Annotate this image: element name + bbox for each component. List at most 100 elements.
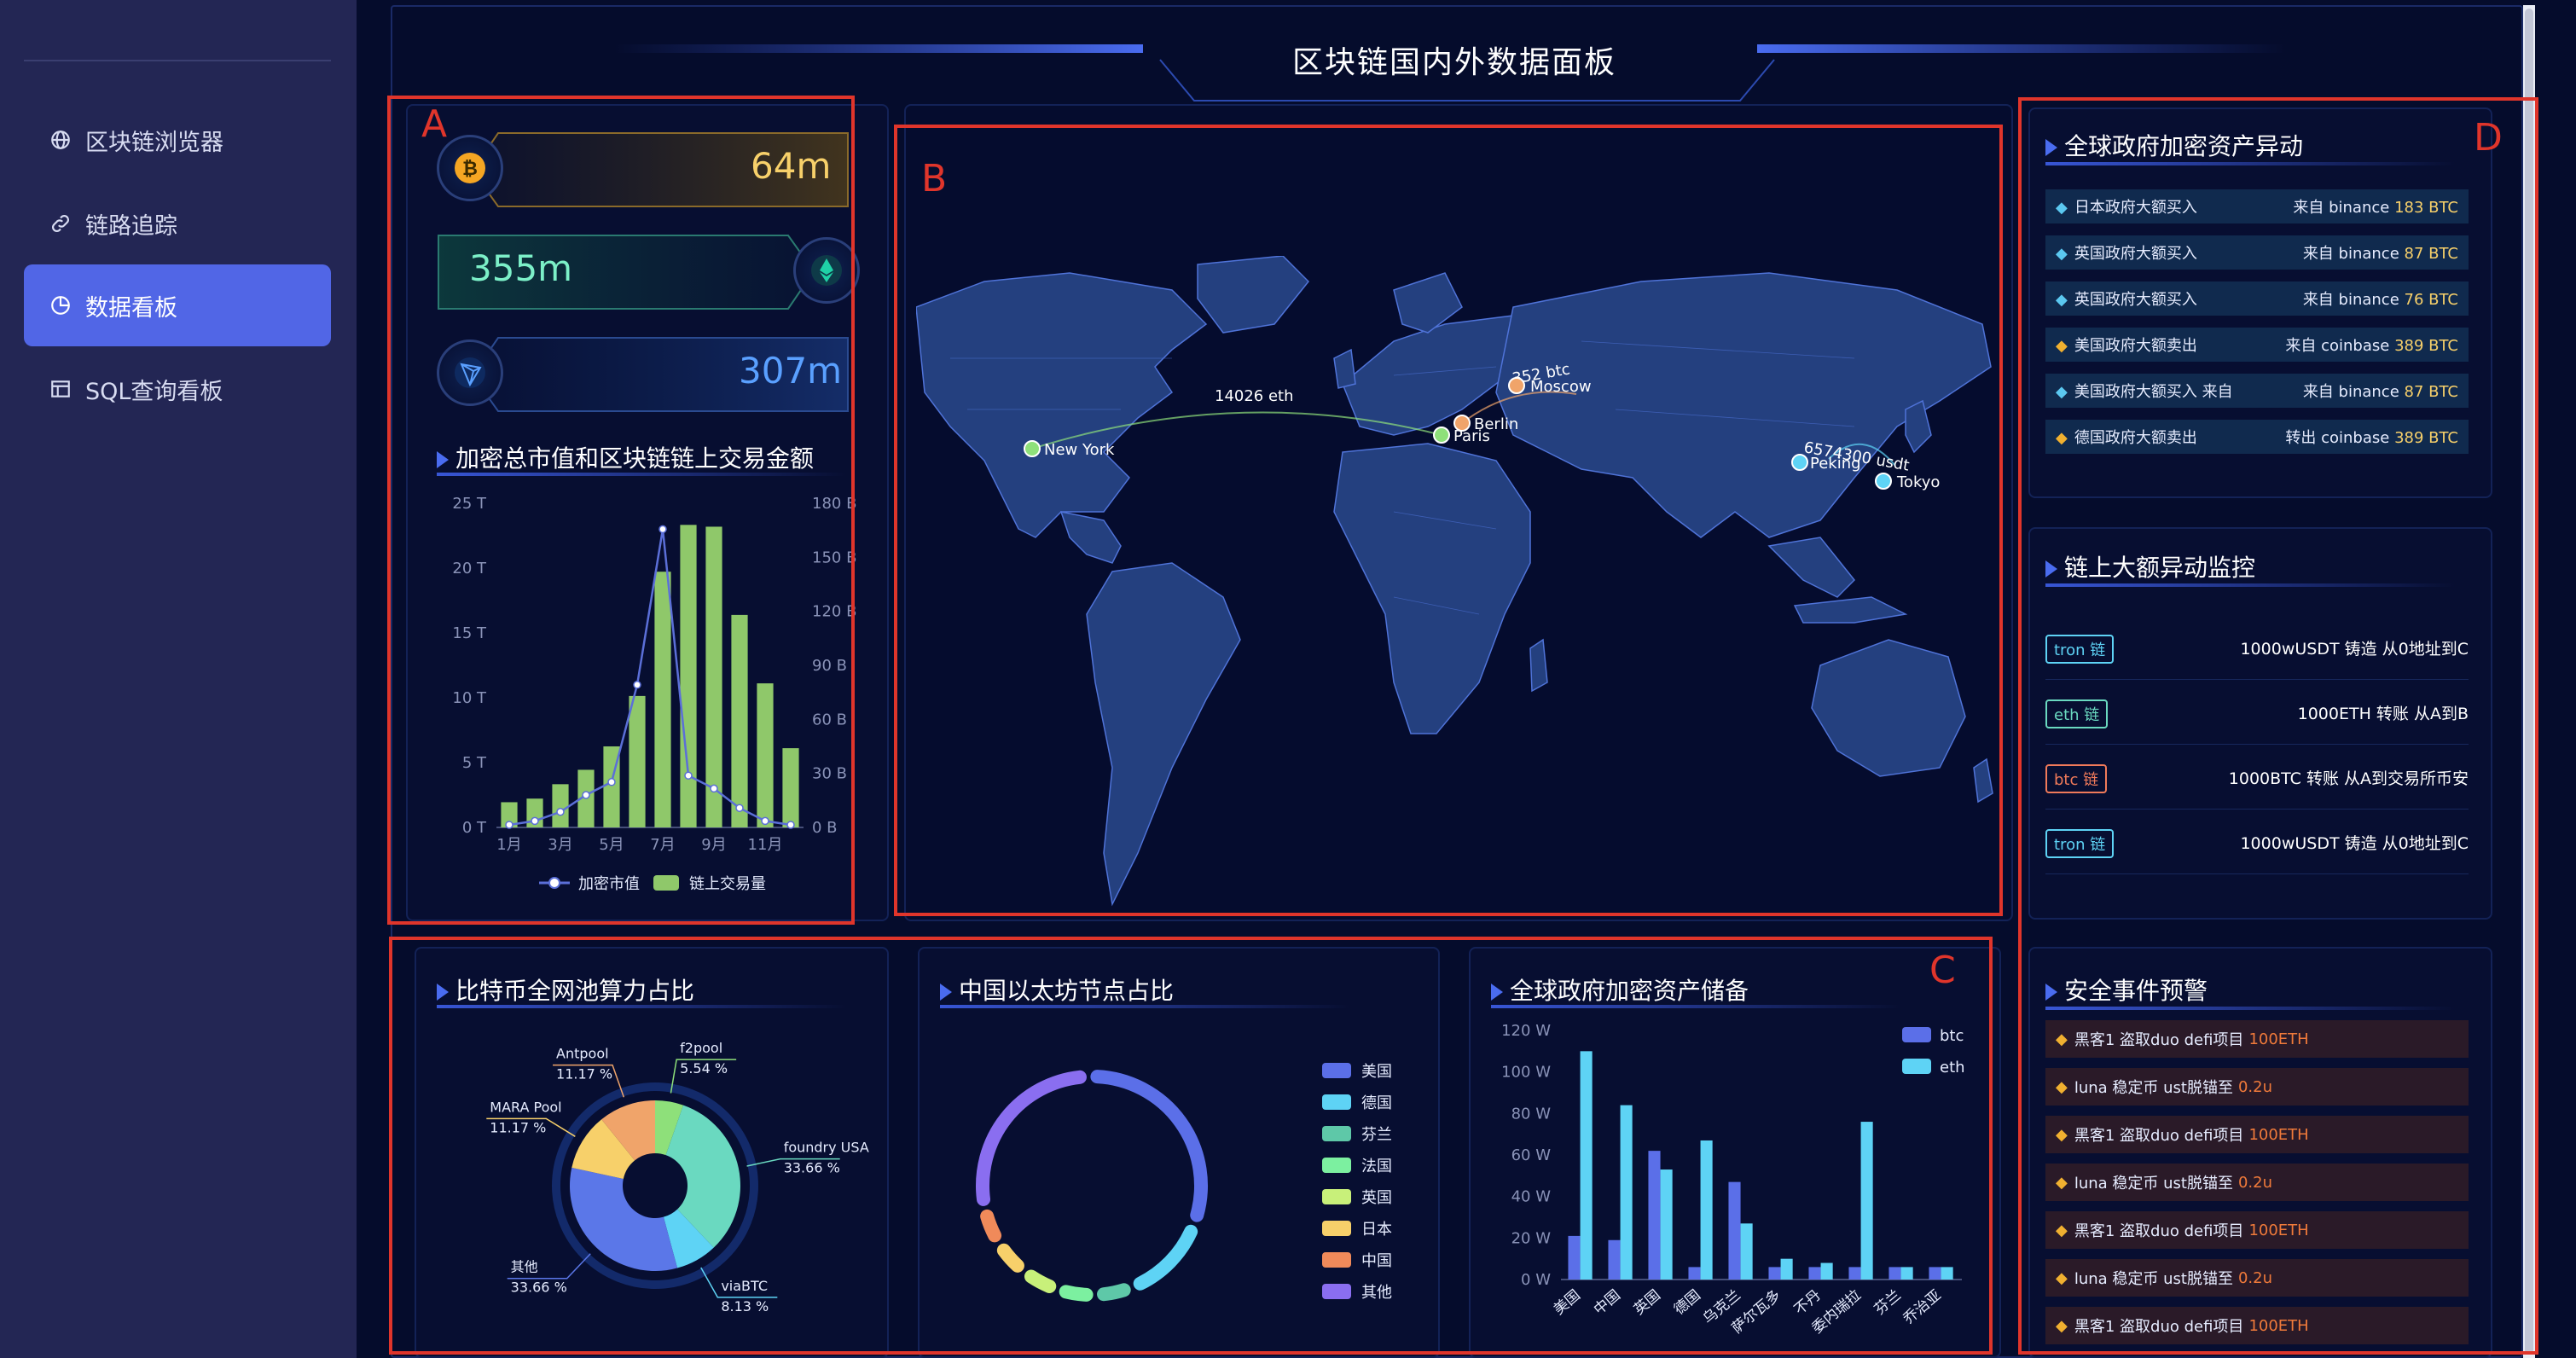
highlight-label-d: D bbox=[2474, 116, 2503, 160]
security-alert-row[interactable]: ◆ 黑客1 盗取duo defi项目 100ETH bbox=[2045, 1020, 2469, 1058]
row-divider bbox=[2045, 809, 2469, 810]
security-alert-row[interactable]: ◆ 黑客1 盗取duo defi项目 100ETH bbox=[2045, 1116, 2469, 1153]
gov-asset-right: 来自 coinbase 389 BTC bbox=[2285, 334, 2458, 356]
security-alert-row[interactable]: ◆ luna 稳定币 ust脱锚至 0.2u bbox=[2045, 1164, 2469, 1201]
security-alert-text: luna 稳定币 ust脱锚至 bbox=[2074, 1079, 2233, 1097]
security-alert-text: luna 稳定币 ust脱锚至 bbox=[2074, 1175, 2233, 1193]
gov-asset-action: 日本政府大额买入 bbox=[2074, 199, 2197, 217]
chain-event-text[interactable]: 1000wUSDT 铸造 从0地址到C bbox=[2167, 831, 2469, 854]
chain-event-text[interactable]: 1000BTC 转账 从A到交易所币安 bbox=[2167, 766, 2469, 789]
gov-asset-source: 转出 coinbase bbox=[2285, 429, 2390, 447]
globe-icon bbox=[51, 131, 70, 149]
diamond-icon: ◆ bbox=[2056, 245, 2068, 263]
chain-tag: tron 链 bbox=[2045, 635, 2115, 664]
security-alert-text: luna 稳定币 ust脱锚至 bbox=[2074, 1270, 2233, 1288]
highlight-box-b bbox=[894, 125, 2003, 916]
sidebar-item-dashboard[interactable]: 数据看板 bbox=[24, 264, 331, 346]
diamond-icon: ◆ bbox=[2056, 1268, 2068, 1287]
link-icon bbox=[52, 215, 69, 232]
security-alert-text: 黑客1 盗取duo defi项目 bbox=[2074, 1318, 2244, 1336]
gov-asset-left: ◆ 美国政府大额卖出 bbox=[2056, 334, 2197, 356]
gov-asset-row[interactable]: ◆ 英国政府大额买入 来自 binance 76 BTC bbox=[2045, 281, 2469, 316]
gov-asset-amount: 183 BTC bbox=[2394, 199, 2458, 217]
gov-asset-left: ◆ 日本政府大额买入 bbox=[2056, 195, 2197, 218]
security-alert-row[interactable]: ◆ luna 稳定币 ust脱锚至 0.2u bbox=[2045, 1068, 2469, 1106]
sidebar-item-sql-board[interactable]: SQL查询看板 bbox=[24, 348, 331, 430]
gov-asset-amount: 76 BTC bbox=[2404, 291, 2458, 309]
gov-asset-left: ◆ 德国政府大额卖出 bbox=[2056, 426, 2197, 448]
sidebar-item-label: 区块链浏览器 bbox=[85, 129, 223, 156]
diamond-icon: ◆ bbox=[2056, 1221, 2068, 1239]
gov-asset-action: 英国政府大额买入 bbox=[2074, 245, 2197, 263]
gov-asset-right: 来自 binance 87 BTC bbox=[2303, 380, 2458, 402]
sidebar-divider bbox=[24, 60, 331, 61]
chain-tag: btc 链 bbox=[2045, 764, 2108, 793]
security-alert-amount: 0.2u bbox=[2237, 1077, 2273, 1096]
diamond-icon: ◆ bbox=[2056, 1077, 2068, 1096]
diamond-icon: ◆ bbox=[2056, 1125, 2068, 1144]
security-alert-amount: 100ETH bbox=[2248, 1316, 2309, 1335]
diamond-icon: ◆ bbox=[2056, 1173, 2068, 1192]
chain-event-text[interactable]: 1000ETH 转账 从A到B bbox=[2167, 701, 2469, 724]
row-divider bbox=[2045, 873, 2469, 874]
security-alert-text: 黑客1 盗取duo defi项目 bbox=[2074, 1127, 2244, 1145]
sidebar-item-block-explorer[interactable]: 区块链浏览器 bbox=[24, 99, 331, 181]
diamond-icon: ◆ bbox=[2056, 429, 2068, 447]
chain-tag: tron 链 bbox=[2045, 829, 2115, 858]
diamond-icon: ◆ bbox=[2056, 383, 2068, 401]
highlight-label-b: B bbox=[921, 157, 948, 200]
security-alert-row[interactable]: ◆ luna 稳定币 ust脱锚至 0.2u bbox=[2045, 1259, 2469, 1297]
gov-asset-left: ◆ 英国政府大额买入 bbox=[2056, 287, 2197, 310]
pie-icon bbox=[51, 296, 70, 315]
gov-asset-amount: 87 BTC bbox=[2404, 245, 2458, 263]
diamond-icon: ◆ bbox=[2056, 1316, 2068, 1335]
sidebar-item-label: 数据看板 bbox=[85, 294, 177, 322]
sidebar: 区块链浏览器 链路追踪 数据看板 SQL查询看板 bbox=[0, 0, 357, 1358]
table-icon bbox=[51, 380, 70, 398]
chain-tag: eth 链 bbox=[2045, 699, 2109, 728]
gov-asset-source: 来自 binance bbox=[2293, 199, 2390, 217]
gov-asset-amount: 389 BTC bbox=[2394, 337, 2458, 355]
gov-asset-source: 来自 binance bbox=[2302, 245, 2399, 263]
gov-asset-row[interactable]: ◆ 日本政府大额买入 来自 binance 183 BTC bbox=[2045, 189, 2469, 223]
security-alert-amount: 100ETH bbox=[2248, 1221, 2309, 1239]
gov-asset-right: 来自 binance 183 BTC bbox=[2293, 195, 2458, 218]
security-alert-row[interactable]: ◆ 黑客1 盗取duo defi项目 100ETH bbox=[2045, 1307, 2469, 1344]
chain-event-text[interactable]: 1000wUSDT 铸造 从0地址到C bbox=[2167, 636, 2469, 659]
security-alert-row[interactable]: ◆ 黑客1 盗取duo defi项目 100ETH bbox=[2045, 1211, 2469, 1249]
sidebar-item-label: 链路追踪 bbox=[85, 212, 177, 240]
security-alert-amount: 0.2u bbox=[2237, 1268, 2273, 1287]
sidebar-item-label: SQL查询看板 bbox=[85, 378, 223, 405]
gov-asset-action: 美国政府大额买入 来自 bbox=[2074, 383, 2233, 401]
highlight-label-c: C bbox=[1929, 949, 1956, 992]
gov-asset-source: 来自 coinbase bbox=[2285, 337, 2390, 355]
row-divider bbox=[2045, 679, 2469, 680]
security-alert-text: 黑客1 盗取duo defi项目 bbox=[2074, 1222, 2244, 1240]
gov-asset-row[interactable]: ◆ 英国政府大额买入 来自 binance 87 BTC bbox=[2045, 235, 2469, 270]
app-root: 区块链浏览器 链路追踪 数据看板 SQL查询看板 区块链国内外数据面板 ₿ 64… bbox=[0, 0, 2576, 1358]
gov-asset-right: 来自 binance 76 BTC bbox=[2303, 287, 2458, 310]
security-alert-amount: 100ETH bbox=[2248, 1030, 2309, 1048]
gov-asset-row[interactable]: ◆ 美国政府大额卖出 来自 coinbase 389 BTC bbox=[2045, 328, 2469, 362]
diamond-icon: ◆ bbox=[2056, 1030, 2068, 1048]
diamond-icon: ◆ bbox=[2056, 337, 2068, 355]
diamond-icon: ◆ bbox=[2056, 291, 2068, 309]
gov-asset-left: ◆ 美国政府大额买入 来自 bbox=[2056, 380, 2233, 402]
diamond-icon: ◆ bbox=[2056, 199, 2068, 217]
gov-asset-right: 转出 coinbase 389 BTC bbox=[2285, 426, 2458, 448]
security-alert-amount: 100ETH bbox=[2248, 1125, 2309, 1144]
gov-asset-action: 美国政府大额卖出 bbox=[2074, 337, 2197, 355]
gov-asset-action: 德国政府大额卖出 bbox=[2074, 429, 2197, 447]
gov-asset-left: ◆ 英国政府大额买入 bbox=[2056, 241, 2197, 264]
gov-asset-amount: 87 BTC bbox=[2404, 383, 2458, 401]
security-alert-amount: 0.2u bbox=[2237, 1173, 2273, 1192]
gov-asset-right: 来自 binance 87 BTC bbox=[2303, 241, 2458, 264]
gov-asset-row[interactable]: ◆ 德国政府大额卖出 转出 coinbase 389 BTC bbox=[2045, 420, 2469, 454]
row-divider bbox=[2045, 744, 2469, 745]
highlight-label-a: A bbox=[421, 102, 448, 146]
page-title: 区块链国内外数据面板 bbox=[1291, 45, 1616, 80]
gov-asset-row[interactable]: ◆ 美国政府大额买入 来自 来自 binance 87 BTC bbox=[2045, 374, 2469, 408]
highlight-box-a bbox=[387, 96, 855, 925]
gov-asset-amount: 389 BTC bbox=[2394, 429, 2458, 447]
sidebar-item-link-trace[interactable]: 链路追踪 bbox=[24, 183, 331, 264]
